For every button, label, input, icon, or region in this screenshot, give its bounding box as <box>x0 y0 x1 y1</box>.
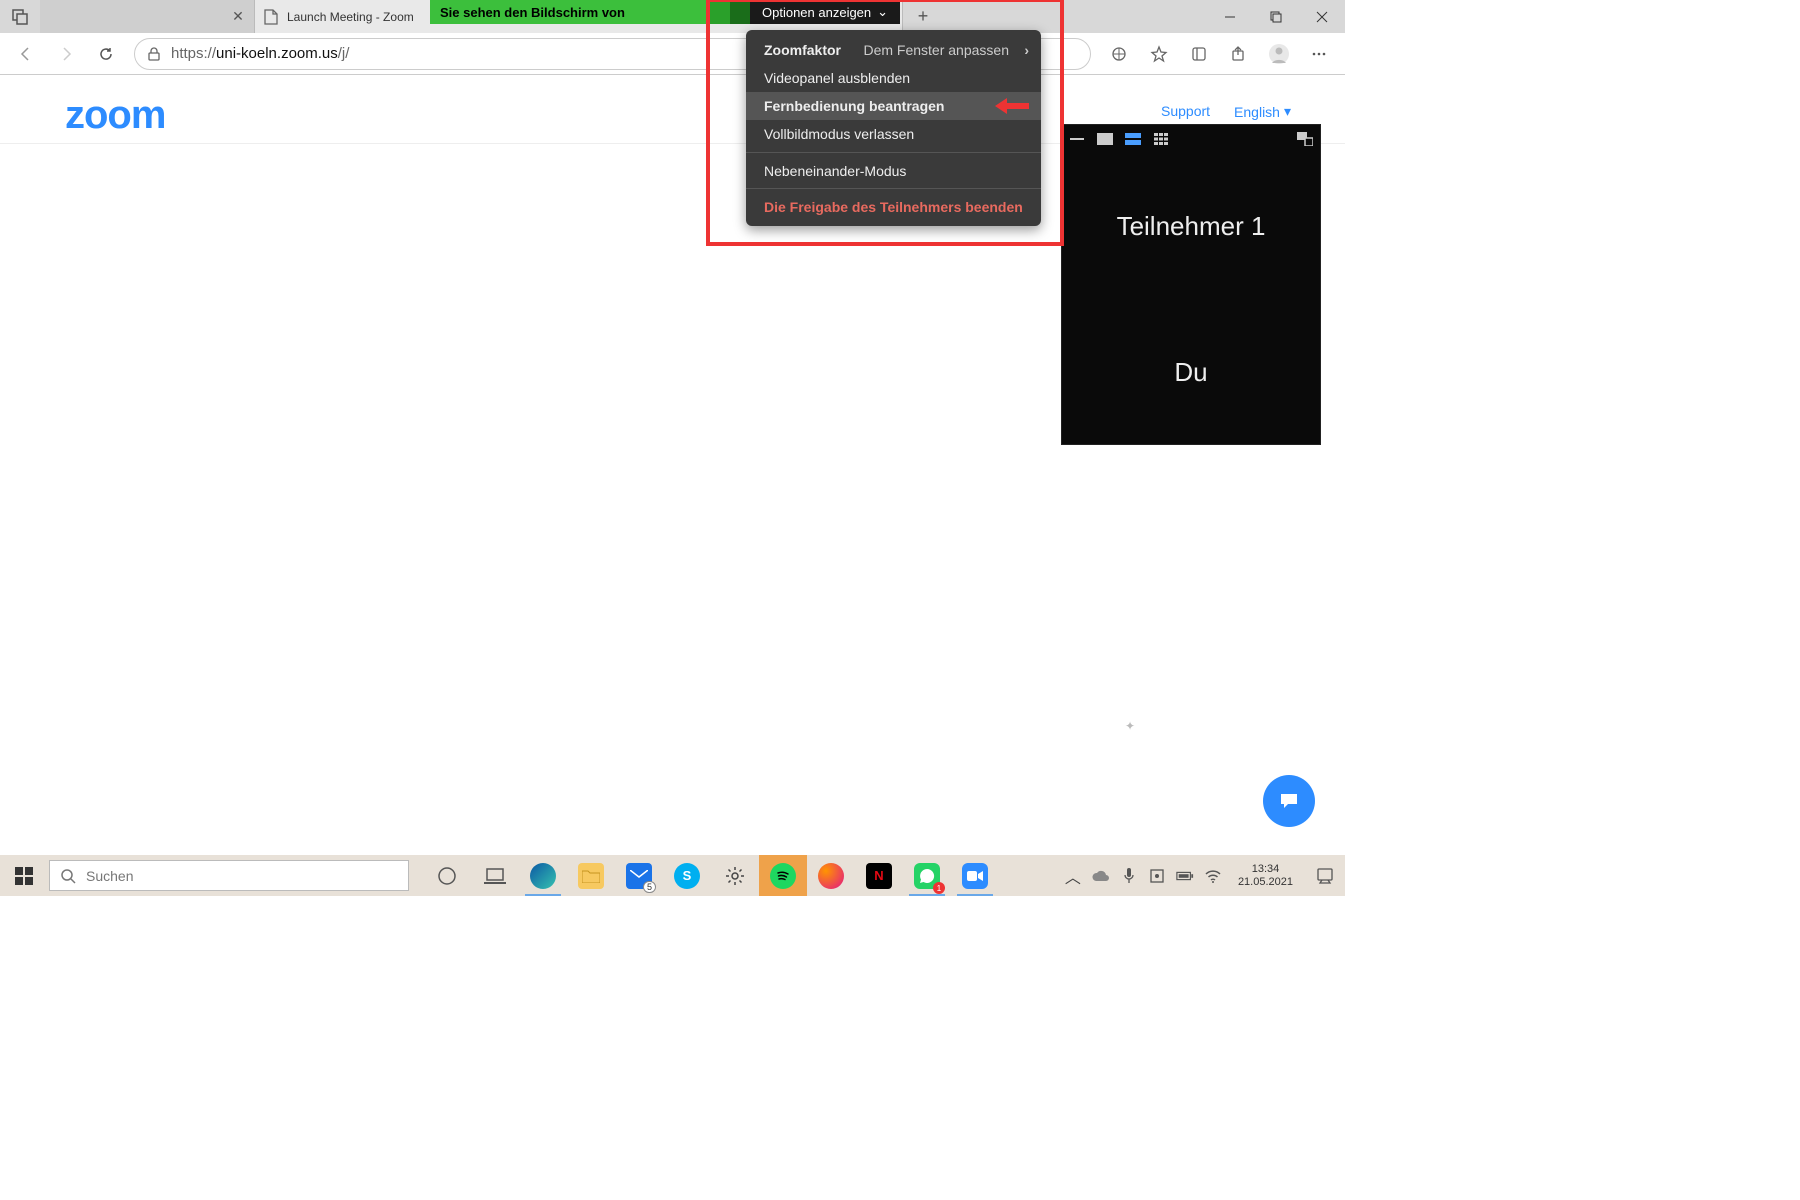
mail-badge: 5 <box>643 881 656 893</box>
taskbar-taskview[interactable] <box>471 855 519 896</box>
menu-item-stop-share[interactable]: Die Freigabe des Teilnehmers beenden <box>746 188 1041 220</box>
profile-icon[interactable] <box>1261 36 1297 72</box>
taskbar-skype[interactable]: S <box>663 855 711 896</box>
menu-item-request-remote[interactable]: Fernbedienung beantragen <box>746 92 1041 120</box>
tray-location-icon[interactable] <box>1148 869 1166 883</box>
whatsapp-badge: 1 <box>933 882 945 894</box>
search-placeholder: Suchen <box>86 868 133 884</box>
forward-button[interactable] <box>48 36 84 72</box>
sparkle-icon: ✦ <box>1125 719 1135 733</box>
refresh-button[interactable] <box>88 36 124 72</box>
taskbar-whatsapp[interactable]: 1 <box>903 855 951 896</box>
taskbar-netflix[interactable]: N <box>855 855 903 896</box>
close-tab-icon[interactable]: ✕ <box>230 9 246 25</box>
menu-icon[interactable] <box>1301 36 1337 72</box>
search-icon <box>60 868 76 884</box>
participants-toolbar <box>1062 125 1320 153</box>
view-single-icon[interactable] <box>1096 132 1114 146</box>
taskbar-apps: 5 S N 1 <box>423 855 999 896</box>
start-button[interactable] <box>0 855 48 896</box>
taskbar-cortana[interactable] <box>423 855 471 896</box>
share-message: Sie sehen den Bildschirm von <box>430 0 710 24</box>
chevron-down-icon: ⌄ <box>877 4 888 20</box>
new-tab-button[interactable]: + <box>903 0 943 33</box>
collections-icon[interactable] <box>1181 36 1217 72</box>
taskbar-mail[interactable]: 5 <box>615 855 663 896</box>
share-icon[interactable] <box>1221 36 1257 72</box>
header-links: Support English▾ <box>1161 103 1291 120</box>
menu-item-side-by-side[interactable]: Nebeneinander-Modus <box>746 152 1041 184</box>
url-text: https://uni-koeln.zoom.us/j/ <box>171 45 349 62</box>
maximize-button[interactable] <box>1253 0 1299 33</box>
tray-chevron-icon[interactable]: ︿ <box>1064 864 1082 888</box>
browser-toolbar: https://uni-koeln.zoom.us/j/ <box>0 33 1345 75</box>
view-strip-icon[interactable] <box>1124 132 1142 146</box>
tray-clock[interactable]: 13:3421.05.2021 <box>1232 863 1299 889</box>
favorites-icon[interactable] <box>1141 36 1177 72</box>
minimize-button[interactable] <box>1207 0 1253 33</box>
view-options-menu: Zoomfaktor Dem Fenster anpassen › Videop… <box>746 30 1041 226</box>
lock-icon <box>145 47 163 61</box>
tray-wifi-icon[interactable] <box>1204 869 1222 883</box>
system-tray: ︿ 13:3421.05.2021 <box>1064 855 1345 896</box>
taskbar-edge[interactable] <box>519 855 567 896</box>
zoom-factor-row[interactable]: Zoomfaktor Dem Fenster anpassen › <box>746 36 1041 64</box>
participants-panel[interactable]: Teilnehmer 1 Du <box>1061 124 1321 445</box>
screen-share-bar: Sie sehen den Bildschirm von Optionen an… <box>430 0 900 24</box>
annotation-arrow-icon <box>995 100 1029 112</box>
taskbar-search[interactable]: Suchen <box>49 860 409 891</box>
taskbar-spotify[interactable] <box>759 855 807 896</box>
menu-item-exit-fullscreen[interactable]: Vollbildmodus verlassen <box>746 120 1041 148</box>
tray-onedrive-icon[interactable] <box>1092 870 1110 882</box>
chevron-down-icon: ▾ <box>1284 103 1291 120</box>
tray-mic-icon[interactable] <box>1120 868 1138 884</box>
windows-taskbar: Suchen 5 S N 1 ︿ 13:3421.05.2021 <box>0 855 1345 896</box>
tracking-icon[interactable] <box>1101 36 1137 72</box>
tab-actions-icon[interactable] <box>0 0 40 33</box>
browser-tab-1[interactable]: ✕ <box>40 0 255 33</box>
taskbar-zoom[interactable] <box>951 855 999 896</box>
tray-battery-icon[interactable] <box>1176 870 1194 882</box>
taskbar-settings[interactable] <box>711 855 759 896</box>
close-window-button[interactable] <box>1299 0 1345 33</box>
taskbar-firefox[interactable] <box>807 855 855 896</box>
participant-tile-self[interactable]: Du <box>1062 299 1320 445</box>
minimize-panel-icon[interactable] <box>1068 132 1086 146</box>
language-selector[interactable]: English▾ <box>1234 103 1291 120</box>
window-controls <box>1207 0 1345 33</box>
view-options-button[interactable]: Optionen anzeigen ⌄ <box>750 0 900 24</box>
zoom-value: Dem Fenster anpassen <box>863 42 1009 58</box>
share-bar-segment <box>710 0 730 24</box>
back-button[interactable] <box>8 36 44 72</box>
tray-notifications-icon[interactable] <box>1309 867 1341 885</box>
page-favicon <box>263 9 279 25</box>
share-bar-segment <box>730 0 750 24</box>
support-link[interactable]: Support <box>1161 103 1210 120</box>
swap-view-icon[interactable] <box>1296 132 1314 146</box>
zoom-logo: zoom <box>65 93 165 138</box>
chat-bubble-button[interactable] <box>1263 775 1315 827</box>
view-grid-icon[interactable] <box>1152 132 1170 146</box>
menu-item-hide-video[interactable]: Videopanel ausblenden <box>746 64 1041 92</box>
chevron-right-icon: › <box>1024 42 1029 58</box>
taskbar-explorer[interactable] <box>567 855 615 896</box>
participant-tile-1[interactable]: Teilnehmer 1 <box>1062 153 1320 299</box>
